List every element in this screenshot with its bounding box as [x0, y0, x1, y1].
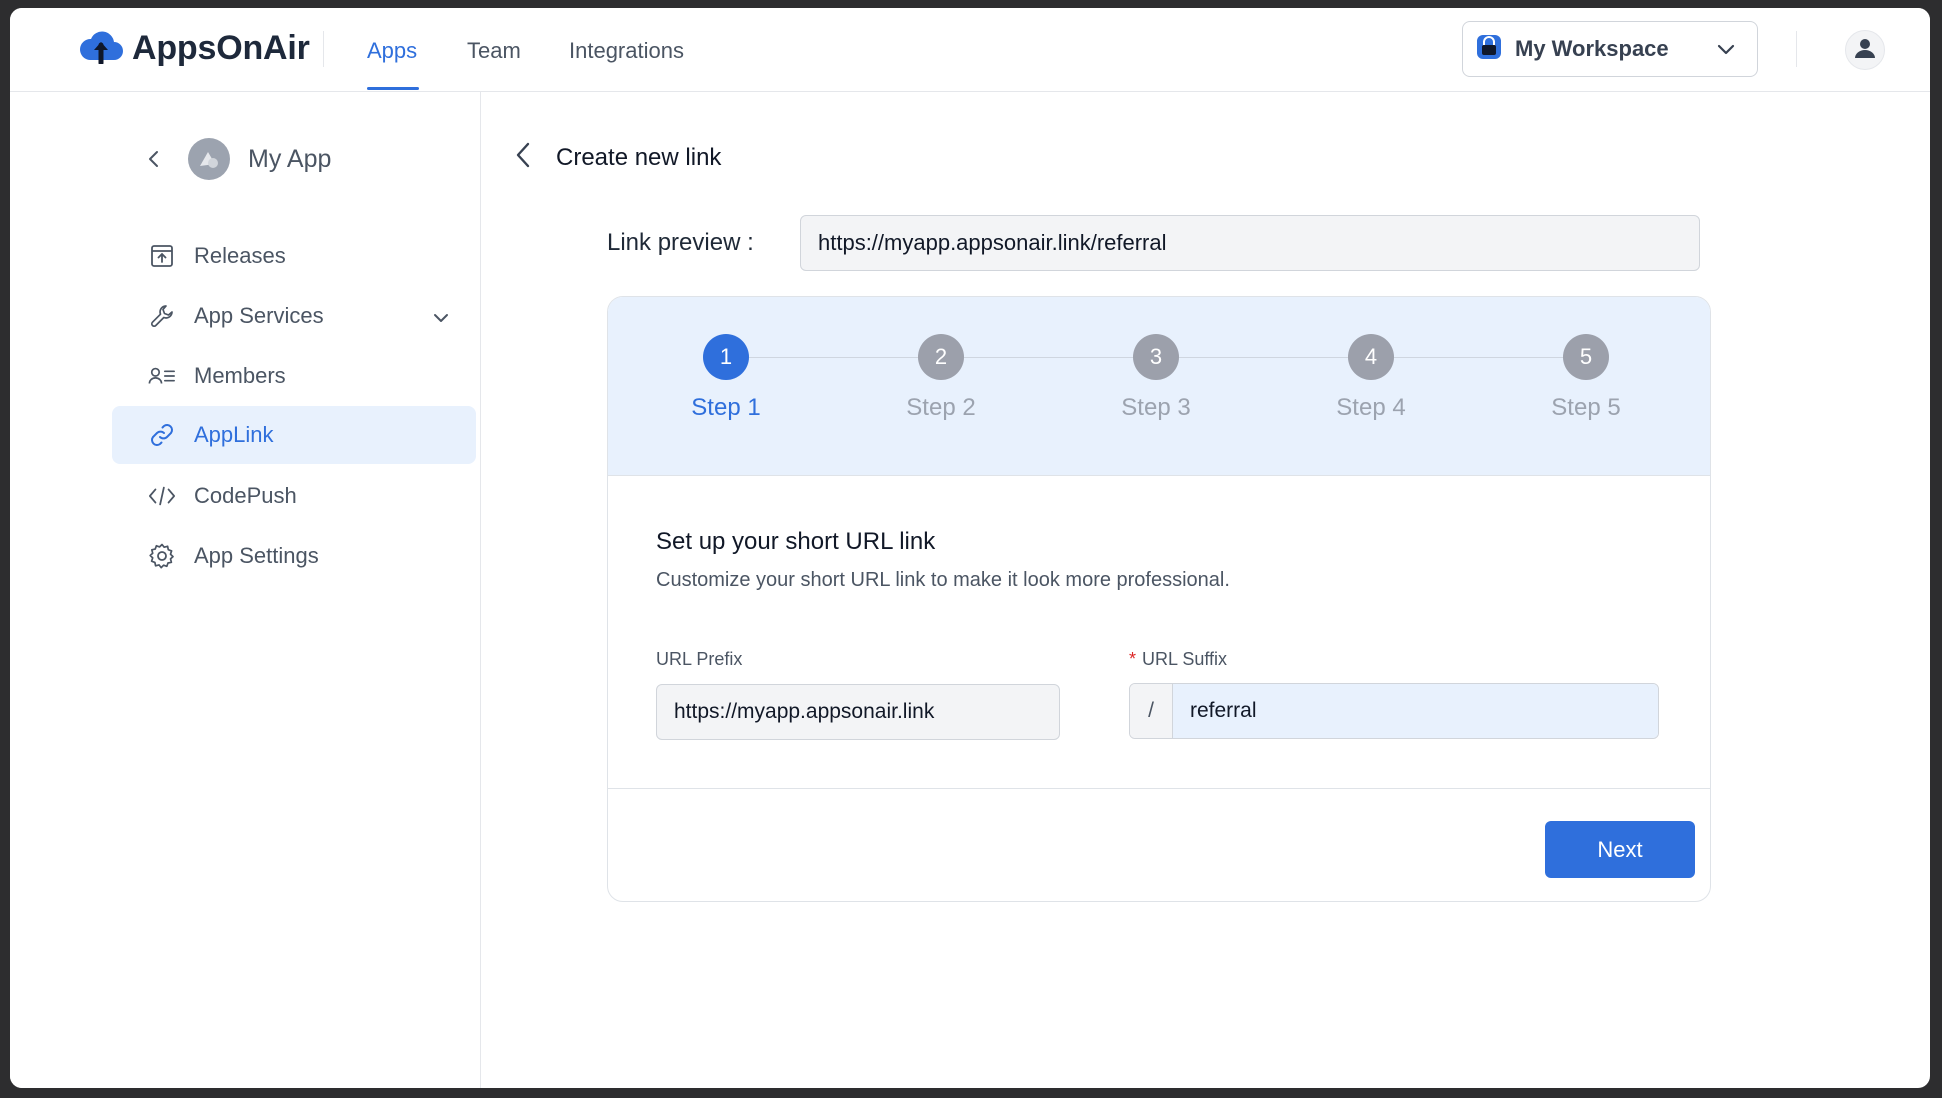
cloud-upload-logo-icon [78, 28, 124, 69]
link-preview-field: https://myapp.appsonair.link/referral [800, 215, 1700, 271]
back-arrow-icon[interactable] [142, 147, 166, 171]
url-prefix-label: URL Prefix [656, 649, 742, 670]
step-label: Step 4 [1336, 394, 1406, 421]
step-5[interactable]: 5 Step 5 [1526, 334, 1646, 422]
sidebar-item-label: CodePush [194, 483, 297, 508]
sidebar-item-codepush[interactable]: CodePush [112, 467, 476, 525]
workspace-label: My Workspace [1515, 36, 1669, 61]
user-avatar-icon [1852, 35, 1878, 66]
stepper: 1 Step 1 2 Step 2 3 Step 3 4 Step 4 5 St… [608, 297, 1710, 476]
step-number: 2 [918, 334, 964, 380]
page-title-bar: Create new link [510, 140, 721, 175]
back-arrow-icon[interactable] [510, 140, 538, 175]
wrench-icon [148, 302, 176, 330]
step-4[interactable]: 4 Step 4 [1311, 334, 1431, 422]
sidebar-item-label: App Services [194, 303, 324, 328]
required-mark: * [1129, 649, 1137, 669]
tab-integrations[interactable]: Integrations [569, 38, 684, 64]
code-icon [148, 482, 176, 510]
header-divider [323, 31, 324, 67]
url-suffix-group: / [1129, 683, 1659, 739]
active-tab-indicator [367, 87, 419, 90]
user-menu-button[interactable] [1845, 30, 1885, 70]
step-1[interactable]: 1 Step 1 [666, 334, 786, 422]
step-number: 3 [1133, 334, 1179, 380]
url-suffix-label-text: URL Suffix [1142, 649, 1228, 669]
app-window: AppsOnAir Apps Team Integrations My Work… [10, 8, 1930, 1088]
app-header: My App [142, 138, 331, 180]
workspace-selector[interactable]: My Workspace [1462, 21, 1758, 77]
app-avatar-icon [188, 138, 230, 180]
url-prefix-label-text: URL Prefix [656, 649, 743, 669]
sidebar-item-label: Releases [194, 243, 286, 268]
header-divider-right [1796, 31, 1797, 67]
create-link-card: 1 Step 1 2 Step 2 3 Step 3 4 Step 4 5 St… [607, 296, 1711, 902]
sidebar-item-label: Members [194, 363, 286, 388]
app-name: My App [248, 144, 332, 173]
step-3[interactable]: 3 Step 3 [1096, 334, 1216, 422]
step-label: Step 2 [906, 394, 976, 421]
step-number: 4 [1348, 334, 1394, 380]
sidebar-item-app-services[interactable]: App Services [112, 287, 476, 345]
workspace-bag-icon [1475, 33, 1503, 66]
tab-apps[interactable]: Apps [367, 38, 417, 64]
upload-box-icon [148, 242, 176, 270]
sidebar-item-members[interactable]: Members [112, 347, 476, 405]
step-number: 1 [703, 334, 749, 380]
url-suffix-input[interactable] [1173, 684, 1658, 738]
members-icon [148, 362, 176, 390]
tab-team[interactable]: Team [467, 38, 521, 64]
step-label: Step 1 [691, 394, 761, 421]
next-button[interactable]: Next [1545, 821, 1695, 878]
step-2[interactable]: 2 Step 2 [881, 334, 1001, 422]
link-icon [148, 421, 176, 449]
sidebar: My App Releases App Services Members App… [10, 92, 481, 1088]
sidebar-item-label: AppLink [194, 422, 274, 447]
step-label: Step 3 [1121, 394, 1191, 421]
url-prefix-field: https://myapp.appsonair.link [656, 684, 1060, 740]
logo-text: AppsOnAir [132, 29, 310, 67]
sidebar-item-applink[interactable]: AppLink [112, 406, 476, 464]
step-number: 5 [1563, 334, 1609, 380]
gear-icon [148, 542, 176, 570]
top-bar: AppsOnAir Apps Team Integrations My Work… [10, 8, 1930, 92]
logo[interactable]: AppsOnAir [78, 28, 310, 69]
section-subtitle: Customize your short URL link to make it… [656, 569, 1230, 591]
url-suffix-slash: / [1130, 684, 1173, 738]
card-divider [608, 788, 1710, 789]
step-label: Step 5 [1551, 394, 1621, 421]
sidebar-item-label: App Settings [194, 543, 319, 568]
sidebar-item-releases[interactable]: Releases [112, 227, 476, 285]
sidebar-item-app-settings[interactable]: App Settings [112, 527, 476, 585]
link-preview-label: Link preview : [607, 229, 754, 256]
section-title: Set up your short URL link [656, 528, 936, 555]
page-title: Create new link [556, 143, 722, 171]
chevron-down-icon [1715, 40, 1737, 65]
chevron-down-icon[interactable] [432, 307, 450, 333]
url-suffix-label: * URL Suffix [1129, 649, 1227, 670]
